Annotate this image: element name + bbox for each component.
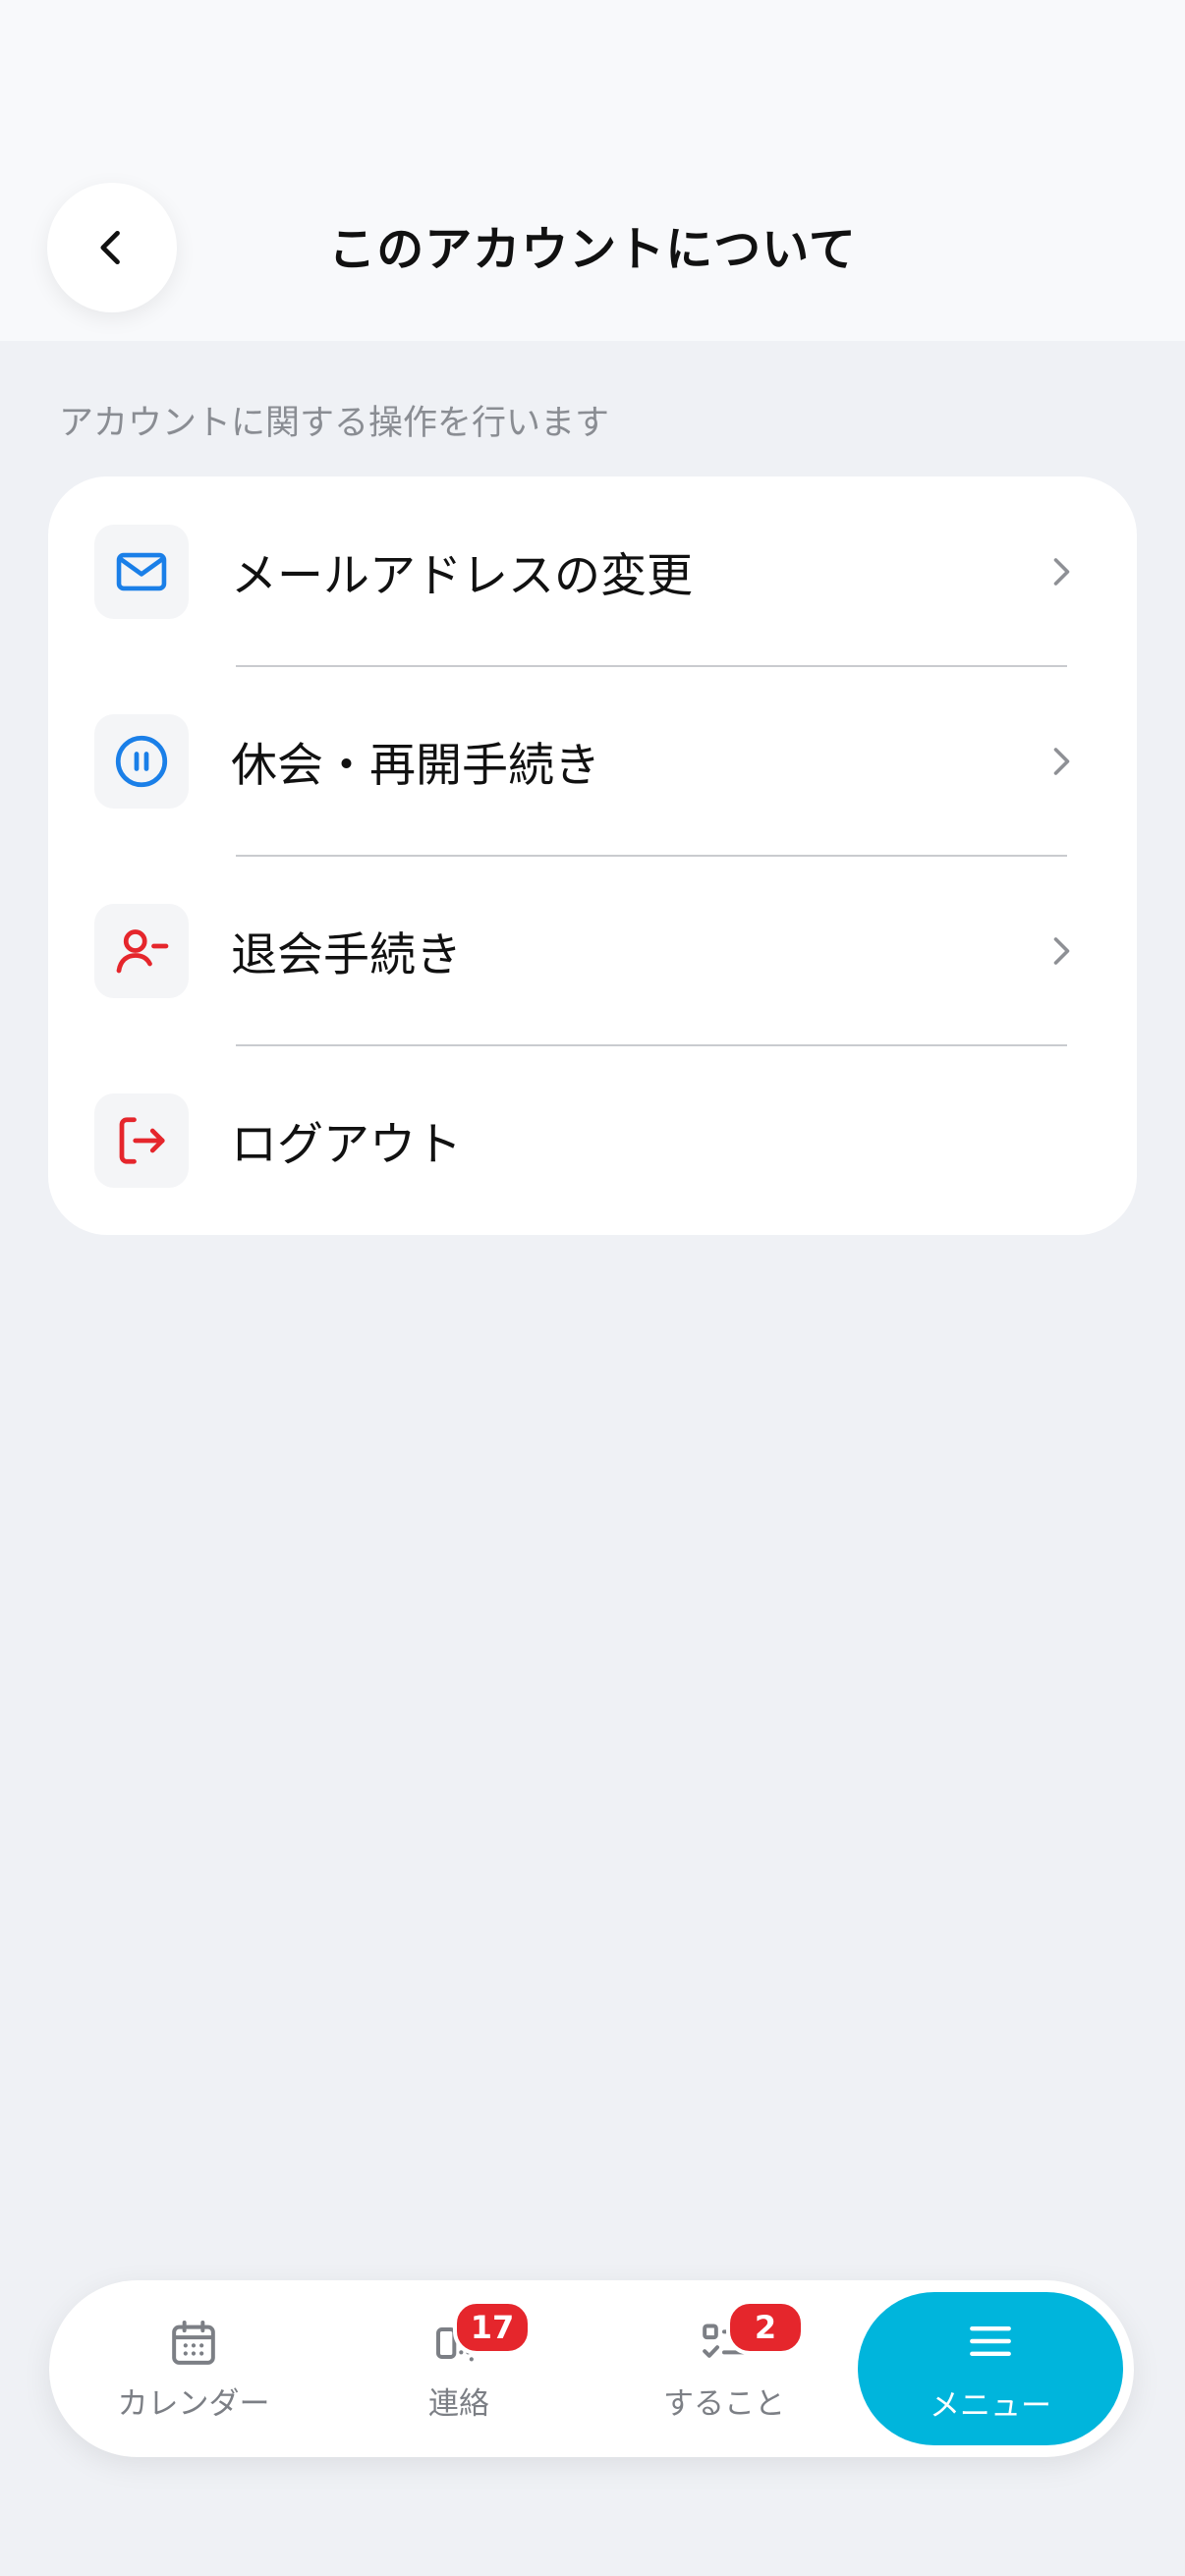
chevron-right-icon [1041, 931, 1080, 971]
logout-icon [119, 1116, 165, 1164]
nav-label: すること [663, 2385, 785, 2422]
nav-label: 連絡 [428, 2385, 489, 2422]
icon-box [94, 524, 189, 619]
header: このアカウントについて [0, 0, 1185, 341]
icon-box [94, 1092, 189, 1188]
chevron-right-icon [1041, 742, 1080, 781]
user-minus-icon [116, 928, 169, 973]
mail-icon [116, 552, 167, 590]
pause-circle-icon [115, 735, 168, 787]
nav-item-menu[interactable]: メニュー [858, 2292, 1123, 2445]
nav-label: メニュー [930, 2387, 1051, 2424]
page-title: このアカウントについて [328, 222, 857, 277]
nav-item-todo[interactable]: 2 すること [601, 2280, 847, 2457]
checklist-icon: 2 [697, 2299, 805, 2371]
account-actions-card: メールアドレスの変更 休会・再開手続き 退会手続き ログアウト [48, 476, 1137, 1235]
unread-badge: 17 [453, 2299, 532, 2355]
account-settings-screen: このアカウントについて アカウントに関する操作を行います メールアドレスの変更 [0, 0, 1185, 2576]
nav-item-messages[interactable]: 17 連絡 [336, 2280, 582, 2457]
menu-item-change-email[interactable]: メールアドレスの変更 [48, 476, 1137, 666]
hamburger-menu-icon [963, 2314, 1018, 2373]
section-caption: アカウントに関する操作を行います [59, 404, 610, 443]
menu-item-logout[interactable]: ログアウト [48, 1045, 1137, 1235]
menu-item-pause-resume[interactable]: 休会・再開手続き [48, 666, 1137, 856]
nav-item-calendar[interactable]: カレンダー [71, 2280, 316, 2457]
menu-item-label: メールアドレスの変更 [231, 549, 693, 603]
chevron-right-icon [1041, 552, 1080, 591]
calendar-icon [166, 2316, 221, 2371]
icon-box [94, 903, 189, 998]
menu-item-withdraw[interactable]: 退会手続き [48, 856, 1137, 1045]
todo-badge: 2 [726, 2299, 805, 2355]
bottom-nav: カレンダー 17 連絡 2 すること メニュー [49, 2280, 1134, 2457]
nav-label: カレンダー [117, 2385, 270, 2422]
message-icon: 17 [431, 2299, 532, 2371]
menu-item-label: ログアウト [231, 1118, 462, 1172]
menu-item-label: 退会手続き [231, 928, 462, 982]
menu-item-label: 休会・再開手続き [231, 739, 600, 793]
icon-box [94, 713, 189, 809]
